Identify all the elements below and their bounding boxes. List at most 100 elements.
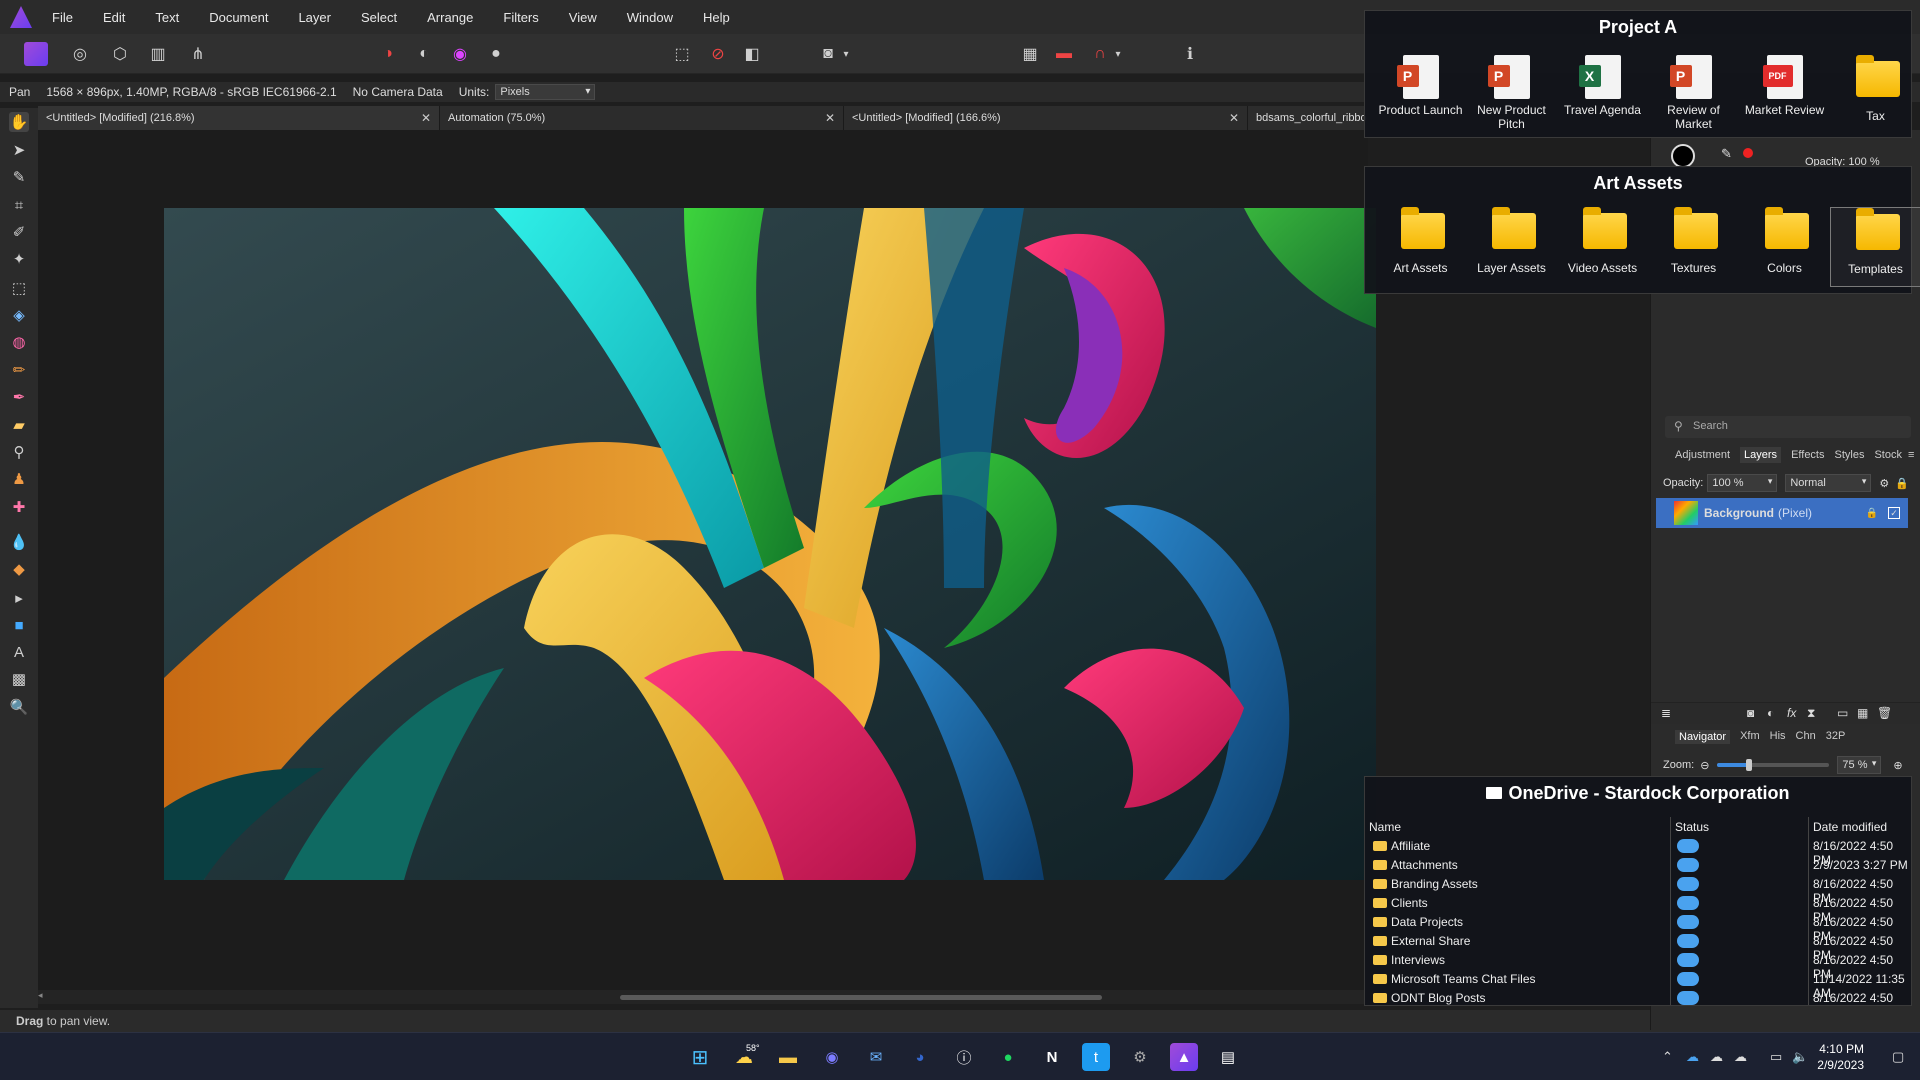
folder-textures[interactable]: Textures — [1648, 207, 1739, 287]
liquify-persona-icon[interactable]: ◎ — [68, 42, 92, 66]
horizontal-scrollbar[interactable]: ◂ — [38, 990, 1368, 1004]
app-icon-dark[interactable]: ◉ — [818, 1043, 846, 1071]
notifications-icon[interactable]: ▢ — [1892, 1049, 1904, 1065]
spotify-icon[interactable]: ● — [994, 1043, 1022, 1071]
list-item[interactable]: Data Projects 8/16/2022 4:50 PM — [1365, 913, 1911, 943]
tab-untitled-216[interactable]: <Untitled> [Modified] (216.8%) ✕ — [38, 106, 440, 130]
folder-layer-assets[interactable]: Layer Assets — [1466, 207, 1557, 287]
password-manager-icon[interactable]: ⓘ — [950, 1043, 978, 1071]
menu-select[interactable]: Select — [361, 10, 397, 25]
opacity-select[interactable]: 100 % — [1707, 474, 1778, 492]
column-date-modified[interactable]: Date modified — [1813, 820, 1887, 834]
auto-colors-icon[interactable]: ◉ — [448, 42, 472, 66]
file-new-product-pitch[interactable]: P New Product Pitch — [1466, 55, 1557, 135]
twitter-icon[interactable]: t — [1082, 1043, 1110, 1071]
list-item[interactable]: Interviews 8/16/2022 4:50 PM — [1365, 951, 1911, 981]
tab-chn[interactable]: Chn — [1796, 730, 1816, 744]
zoom-in-icon[interactable]: ⊕ — [1893, 759, 1902, 772]
file-product-launch[interactable]: P Product Launch — [1375, 55, 1466, 135]
deselect-icon[interactable]: ⊘ — [706, 42, 730, 66]
folder-art-assets[interactable]: Art Assets — [1375, 207, 1466, 287]
units-select[interactable]: Pixels — [495, 84, 596, 100]
menu-filters[interactable]: Filters — [503, 10, 538, 25]
folder-templates[interactable]: Templates — [1830, 207, 1920, 287]
layer-settings-icon[interactable]: ⚙ — [1879, 477, 1889, 490]
tab-styles[interactable]: Styles — [1835, 449, 1865, 461]
layer-lock-icon[interactable]: 🔒 — [1866, 508, 1878, 519]
network-icon[interactable]: ▭ — [1770, 1049, 1782, 1065]
tab-32p[interactable]: 32P — [1826, 730, 1846, 744]
list-item[interactable]: External Share 8/16/2022 4:50 PM — [1365, 932, 1911, 962]
photo-persona-icon[interactable] — [24, 42, 48, 66]
terminal-icon[interactable]: ▤ — [1214, 1043, 1242, 1071]
tab-xfm[interactable]: Xfm — [1740, 730, 1760, 744]
list-item[interactable]: Affiliate 8/16/2022 4:50 PM — [1365, 837, 1911, 867]
auto-contrast-icon[interactable]: ◐ — [412, 42, 436, 66]
group-folder-icon[interactable]: ▭ — [1837, 706, 1848, 720]
invert-selection-icon[interactable]: ◧ — [740, 42, 764, 66]
layers-stack-icon[interactable]: ≣ — [1661, 706, 1671, 720]
magnet-icon[interactable]: ∩ — [1088, 42, 1112, 66]
scroll-left-icon[interactable]: ◂ — [38, 990, 43, 1001]
add-pixel-layer-icon[interactable]: ▦ — [1857, 706, 1868, 720]
system-clock[interactable]: 4:10 PM 2/9/2023 — [1817, 1041, 1864, 1073]
column-name[interactable]: Name — [1369, 820, 1401, 834]
show-hidden-icons-icon[interactable]: ⌃ — [1662, 1049, 1673, 1065]
tab-automation[interactable]: Automation (75.0%) ✕ — [440, 106, 844, 130]
affinity-photo-taskbar-icon[interactable]: ▲ — [1170, 1043, 1198, 1071]
context-help-icon[interactable]: ℹ — [1178, 42, 1202, 66]
folder-colors[interactable]: Colors — [1739, 207, 1830, 287]
record-color-icon[interactable] — [1743, 148, 1753, 158]
lock-icon[interactable]: 🔒 — [1895, 477, 1909, 490]
hand-tool-icon[interactable]: ✋ — [9, 112, 29, 132]
edge-icon[interactable]: ◕ — [906, 1043, 934, 1071]
zoom-slider-knob[interactable] — [1745, 759, 1752, 771]
file-review-of-market[interactable]: P Review of Market — [1648, 55, 1739, 135]
auto-levels-icon[interactable]: ◑ — [376, 42, 400, 66]
color-swatch-icon[interactable] — [1671, 144, 1695, 168]
artistic-text-icon[interactable]: A — [9, 642, 29, 662]
tab-bdsams-ribbon[interactable]: bdsams_colorful_ribbo — [1248, 106, 1368, 130]
menu-arrange[interactable]: Arrange — [427, 10, 473, 25]
fx-icon[interactable]: fx — [1787, 706, 1796, 720]
list-item[interactable]: Clients 8/16/2022 4:50 PM — [1365, 894, 1911, 924]
column-status[interactable]: Status — [1675, 820, 1709, 834]
color-picker-tool-icon[interactable]: ✎ — [9, 167, 29, 187]
zoom-out-icon[interactable]: ⊖ — [1700, 759, 1709, 772]
onedrive-tray-icon[interactable]: ☁ — [1686, 1049, 1699, 1065]
rectangular-marquee-icon[interactable]: ⬚ — [9, 278, 29, 298]
list-item[interactable]: Microsoft Teams Chat Files 11/14/2022 11:… — [1365, 970, 1911, 1000]
grid-icon[interactable]: ▦ — [1018, 42, 1042, 66]
menu-help[interactable]: Help — [703, 10, 730, 25]
tab-navigator[interactable]: Navigator — [1675, 730, 1731, 744]
dodge-brush-icon[interactable]: ⚲ — [9, 442, 29, 462]
folder-tax[interactable]: Tax — [1830, 55, 1920, 135]
healing-brush-icon[interactable]: ✚ — [9, 497, 29, 517]
tab-layers[interactable]: Layers — [1740, 447, 1782, 463]
rectangle-tool-icon[interactable]: ■ — [9, 615, 29, 635]
list-item[interactable]: Branding Assets 8/16/2022 4:50 PM — [1365, 875, 1911, 905]
develop-persona-icon[interactable]: ⬡ — [108, 42, 132, 66]
tab-stock[interactable]: Stock — [1874, 449, 1902, 461]
close-icon[interactable]: ✕ — [421, 111, 431, 125]
quick-mask-icon[interactable]: ◙ — [816, 42, 840, 66]
clone-brush-icon[interactable]: ♟ — [9, 469, 29, 489]
auto-white-balance-icon[interactable]: ● — [484, 42, 508, 66]
gradient-tool-icon[interactable]: ◍ — [9, 332, 29, 352]
color-replacement-icon[interactable]: ✒ — [9, 387, 29, 407]
zoom-value-field[interactable]: 75 % — [1837, 756, 1882, 774]
search-input[interactable]: ⚲ Search — [1665, 416, 1911, 438]
cloud-sync-tray-icon[interactable]: ☁ — [1734, 1049, 1747, 1065]
close-icon[interactable]: ✕ — [825, 111, 835, 125]
marquee-selection-icon[interactable]: ⬚ — [670, 42, 694, 66]
layer-visibility-checkbox[interactable]: ✓ — [1888, 507, 1900, 519]
menu-document[interactable]: Document — [209, 10, 268, 25]
mail-icon[interactable]: ✉ — [862, 1043, 890, 1071]
paint-brush-icon[interactable]: ✏ — [9, 360, 29, 380]
flood-select-icon[interactable]: ✦ — [9, 249, 29, 269]
menu-window[interactable]: Window — [627, 10, 673, 25]
file-market-review[interactable]: PDF Market Review — [1739, 55, 1830, 135]
delete-layer-icon[interactable]: 🗑 — [1877, 706, 1892, 720]
crop-tool-icon[interactable]: ⌗ — [9, 195, 29, 215]
start-icon[interactable]: ⊞ — [686, 1043, 714, 1071]
